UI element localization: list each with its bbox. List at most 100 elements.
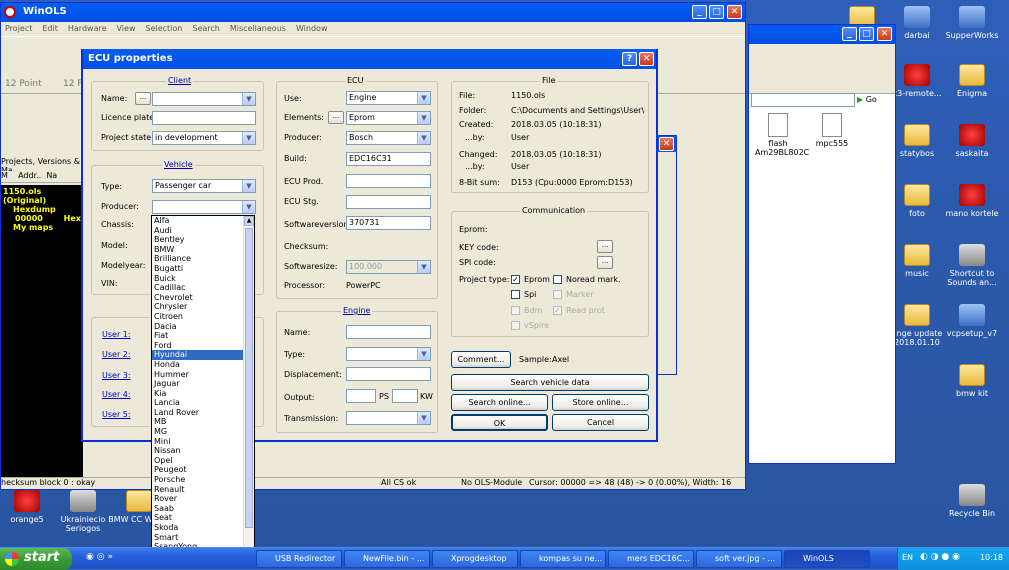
task-soft-ver[interactable]: soft ver.jpg - ... xyxy=(696,550,782,568)
ecu-prod-input[interactable] xyxy=(346,174,431,188)
desktop-icon-saskaita[interactable]: saskaita xyxy=(937,124,1007,158)
task-xprogdesktop[interactable]: Xprogdesktop xyxy=(432,550,518,568)
quick-launch-icon[interactable]: » xyxy=(107,552,113,562)
close-button[interactable]: ✕ xyxy=(639,52,654,66)
spi-code-browse-button[interactable]: ... xyxy=(597,256,613,269)
close-button[interactable]: ✕ xyxy=(659,137,674,151)
producer-option[interactable]: Audi xyxy=(152,226,254,236)
ecu-elements-dropdown[interactable]: Eprom ▼ xyxy=(346,111,431,125)
menu-selection[interactable]: Selection xyxy=(145,24,182,33)
engine-name-input[interactable] xyxy=(346,325,431,339)
col-name[interactable]: Na xyxy=(46,171,57,180)
producer-option[interactable]: Bentley xyxy=(152,235,254,245)
producer-option[interactable]: Fiat xyxy=(152,331,254,341)
store-online-button[interactable]: Store online... xyxy=(552,394,649,411)
user-1-link[interactable]: User 1: xyxy=(102,330,131,339)
user-2-link[interactable]: User 2: xyxy=(102,350,131,359)
menu-window[interactable]: Window xyxy=(296,24,328,33)
producer-option[interactable]: MB xyxy=(152,417,254,427)
scroll-thumb[interactable] xyxy=(245,228,253,528)
output-kw-input[interactable] xyxy=(392,389,418,403)
tree-item-my-maps[interactable]: My maps xyxy=(3,223,81,232)
client-name-dropdown[interactable]: ▼ xyxy=(152,92,256,106)
ecu-use-dropdown[interactable]: Engine ▼ xyxy=(346,91,431,105)
tree-item-address[interactable]: 00000 xyxy=(15,214,43,223)
transmission-dropdown[interactable]: ▼ xyxy=(346,411,431,425)
task-winols[interactable]: WinOLS xyxy=(784,550,870,568)
quick-launch-icon[interactable]: ◎ xyxy=(97,552,105,562)
vspire-checkbox[interactable] xyxy=(511,321,520,330)
minimize-button[interactable]: _ xyxy=(842,27,857,41)
user-5-link[interactable]: User 5: xyxy=(102,410,131,419)
desktop-icon-bmw-kit[interactable]: bmw kit xyxy=(937,364,1007,398)
ok-button[interactable]: OK xyxy=(451,414,548,431)
producer-option[interactable]: Dacia xyxy=(152,322,254,332)
task-newfile[interactable]: NewFile.bin - ... xyxy=(344,550,430,568)
sw-version-input[interactable]: 370731 xyxy=(346,216,431,230)
producer-option[interactable]: Hummer xyxy=(152,370,254,380)
close-button[interactable]: ✕ xyxy=(877,27,892,41)
engine-type-dropdown[interactable]: ▼ xyxy=(346,347,431,361)
task-usb-redirector[interactable]: USB Redirector xyxy=(256,550,342,568)
search-online-button[interactable]: Search online... xyxy=(451,394,548,411)
start-button[interactable]: start xyxy=(0,548,72,570)
scroll-up-arrow-icon[interactable]: ▲ xyxy=(244,216,254,226)
producer-option[interactable]: Mini xyxy=(152,437,254,447)
list-scrollbar[interactable]: ▲ ▼ xyxy=(243,216,254,562)
desktop-icon-mano-kortele[interactable]: mano kortele xyxy=(937,184,1007,218)
producer-option[interactable]: Saab xyxy=(152,504,254,514)
desktop-icon-supperworks[interactable]: SupperWorks xyxy=(937,6,1007,40)
sw-size-dropdown[interactable]: 100.000 ▼ xyxy=(346,260,431,274)
producer-option[interactable]: Honda xyxy=(152,360,254,370)
ecu-stg-input[interactable] xyxy=(346,195,431,209)
tree-item-hexdump[interactable]: Hexdump xyxy=(3,205,81,214)
ecu-build-input[interactable]: EDC16C31 xyxy=(346,152,431,166)
producer-option[interactable]: Nissan xyxy=(152,446,254,456)
menu-miscellaneous[interactable]: Miscellaneous xyxy=(230,24,286,33)
displacement-input[interactable] xyxy=(346,367,431,381)
go-button[interactable]: ▶ Go xyxy=(857,93,893,107)
desktop-icon-vcpsetup[interactable]: vcpsetup_v7 xyxy=(937,304,1007,338)
producer-option[interactable]: Peugeot xyxy=(152,465,254,475)
producer-option[interactable]: BMW xyxy=(152,245,254,255)
quick-launch-icon[interactable]: ◉ xyxy=(86,552,94,562)
menu-project[interactable]: Project xyxy=(5,24,32,33)
eprom-checkbox[interactable]: ✓ xyxy=(511,275,520,284)
producer-option[interactable]: Jaguar xyxy=(152,379,254,389)
file-item-mpc555[interactable]: mpc555 xyxy=(809,113,855,148)
producer-option[interactable]: Hyundai xyxy=(152,350,254,360)
menu-view[interactable]: View xyxy=(117,24,136,33)
producer-option[interactable]: Rover xyxy=(152,494,254,504)
vehicle-producer-dropdown[interactable]: ▼ xyxy=(152,200,256,214)
language-indicator[interactable]: EN xyxy=(902,553,913,562)
tree-item-project[interactable]: 1150.ols (Original) xyxy=(3,187,81,205)
menu-search[interactable]: Search xyxy=(192,24,219,33)
cancel-button[interactable]: Cancel xyxy=(552,414,649,431)
task-kompas[interactable]: kompas su ne... xyxy=(520,550,606,568)
producer-option[interactable]: Renault xyxy=(152,485,254,495)
maximize-button[interactable]: □ xyxy=(859,27,874,41)
producer-option[interactable]: Porsche xyxy=(152,475,254,485)
output-ps-input[interactable] xyxy=(346,389,376,403)
producer-option[interactable]: Opel xyxy=(152,456,254,466)
maximize-button[interactable]: □ xyxy=(709,5,724,19)
marker-checkbox[interactable] xyxy=(553,290,562,299)
producer-option[interactable]: Chevrolet xyxy=(152,293,254,303)
vehicle-type-dropdown[interactable]: Passenger car ▼ xyxy=(152,179,256,193)
producer-option[interactable]: Chrysler xyxy=(152,302,254,312)
elements-browse-button[interactable]: ... xyxy=(328,111,344,124)
tray-icons[interactable]: ◐ ◑ ● ◉ xyxy=(920,552,960,562)
read-prot-checkbox[interactable]: ✓ xyxy=(553,306,562,315)
menu-hardware[interactable]: Hardware xyxy=(68,24,107,33)
noread-checkbox[interactable] xyxy=(553,275,562,284)
desktop-icon-recycle-bin[interactable]: Recycle Bin xyxy=(937,484,1007,518)
client-browse-button[interactable]: ... xyxy=(135,92,151,105)
spi-checkbox[interactable] xyxy=(511,290,520,299)
producer-option[interactable]: Buick xyxy=(152,274,254,284)
file-item-flash[interactable]: flash Am29BL802C xyxy=(755,113,809,157)
address-bar[interactable] xyxy=(751,93,855,107)
producer-option[interactable]: Alfa xyxy=(152,216,254,226)
user-3-link[interactable]: User 3: xyxy=(102,371,131,380)
producer-option[interactable]: MG xyxy=(152,427,254,437)
producer-option[interactable]: Ford xyxy=(152,341,254,351)
